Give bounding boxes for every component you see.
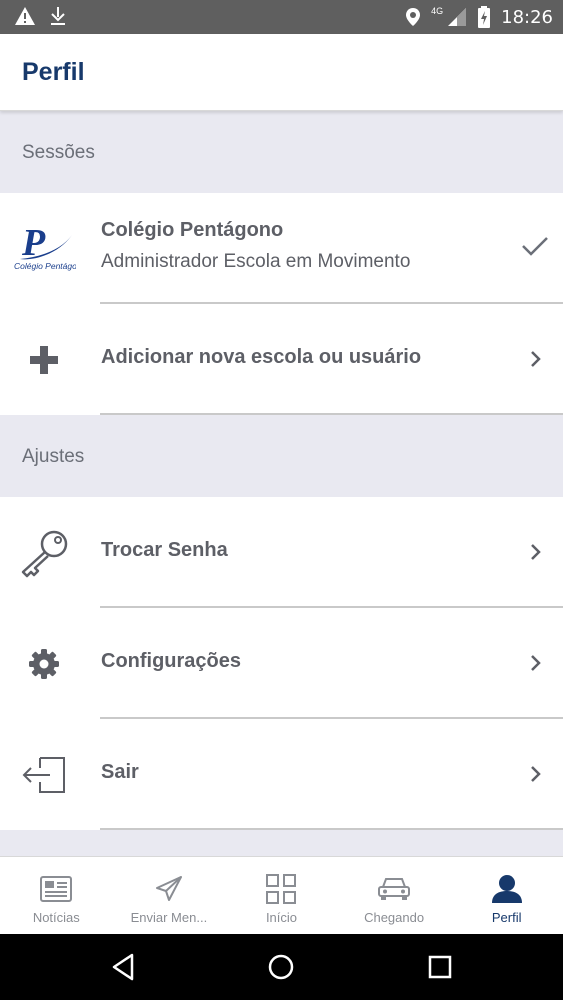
session-role: Administrador Escola em Movimento (101, 251, 411, 272)
add-school-label: Adicionar nova escola ou usuário (101, 346, 422, 368)
recents-icon[interactable] (425, 952, 455, 982)
download-icon (51, 7, 65, 25)
signal-icon (448, 8, 467, 26)
session-school-name: Colégio Pentágono (101, 219, 284, 241)
network-type: 4G (431, 6, 444, 16)
gear-icon (14, 608, 74, 719)
grid-icon (264, 873, 298, 905)
key-icon (14, 497, 74, 608)
logout-label: Sair (101, 761, 139, 783)
nav-profile[interactable]: Perfil (450, 857, 563, 934)
nav-arriving[interactable]: Chegando (338, 857, 451, 934)
change-password-label: Trocar Senha (101, 539, 228, 561)
logout-button[interactable]: Sair (0, 719, 563, 830)
system-nav-bar (0, 934, 563, 1000)
warning-icon (15, 7, 35, 25)
home-circle-icon[interactable] (266, 952, 296, 982)
location-icon (406, 8, 421, 26)
chevron-right-icon (531, 655, 541, 671)
news-icon (39, 873, 73, 905)
check-icon (522, 237, 548, 256)
page-title: Perfil (22, 58, 85, 86)
session-item[interactable]: P Colégio Pentágono Colégio Pentágono Ad… (0, 193, 563, 304)
nav-news-label: Notícias (32, 910, 80, 925)
chevron-right-icon (531, 351, 541, 367)
nav-send-message[interactable]: Enviar Men... (113, 857, 226, 934)
app-header: Perfil (0, 34, 563, 111)
add-school-button[interactable]: Adicionar nova escola ou usuário (0, 304, 563, 415)
logout-icon (14, 719, 74, 830)
logo-letter: P (21, 222, 46, 264)
nav-profile-label: Perfil (491, 910, 522, 925)
section-sessions-label: Sessões (22, 142, 95, 163)
school-logo: P Colégio Pentágono (10, 217, 87, 273)
user-icon (490, 873, 524, 905)
chevron-right-icon (531, 544, 541, 560)
logo-text: Colégio Pentágono (14, 261, 76, 271)
nav-arriving-label: Chegando (364, 910, 425, 925)
nav-send-message-label: Enviar Men... (130, 910, 208, 925)
nav-home[interactable]: Início (225, 857, 338, 934)
status-time: 18:26 (501, 6, 553, 28)
status-bar: 4G 18:26 (0, 0, 563, 34)
back-icon[interactable] (108, 952, 138, 982)
change-password-button[interactable]: Trocar Senha (0, 497, 563, 608)
settings-button[interactable]: Configurações (0, 608, 563, 719)
section-settings: Ajustes (0, 415, 563, 497)
chevron-right-icon (531, 766, 541, 782)
plus-icon (14, 304, 74, 415)
section-footer (0, 830, 563, 856)
nav-news[interactable]: Notícias (0, 857, 113, 934)
section-sessions: Sessões (0, 111, 563, 193)
nav-home-label: Início (265, 910, 298, 925)
car-icon (377, 873, 411, 905)
battery-icon (478, 6, 491, 28)
bottom-nav: Notícias Enviar Men... Início Chegando P… (0, 856, 563, 934)
section-settings-label: Ajustes (22, 446, 85, 467)
send-icon (152, 873, 186, 905)
settings-label: Configurações (101, 650, 242, 672)
